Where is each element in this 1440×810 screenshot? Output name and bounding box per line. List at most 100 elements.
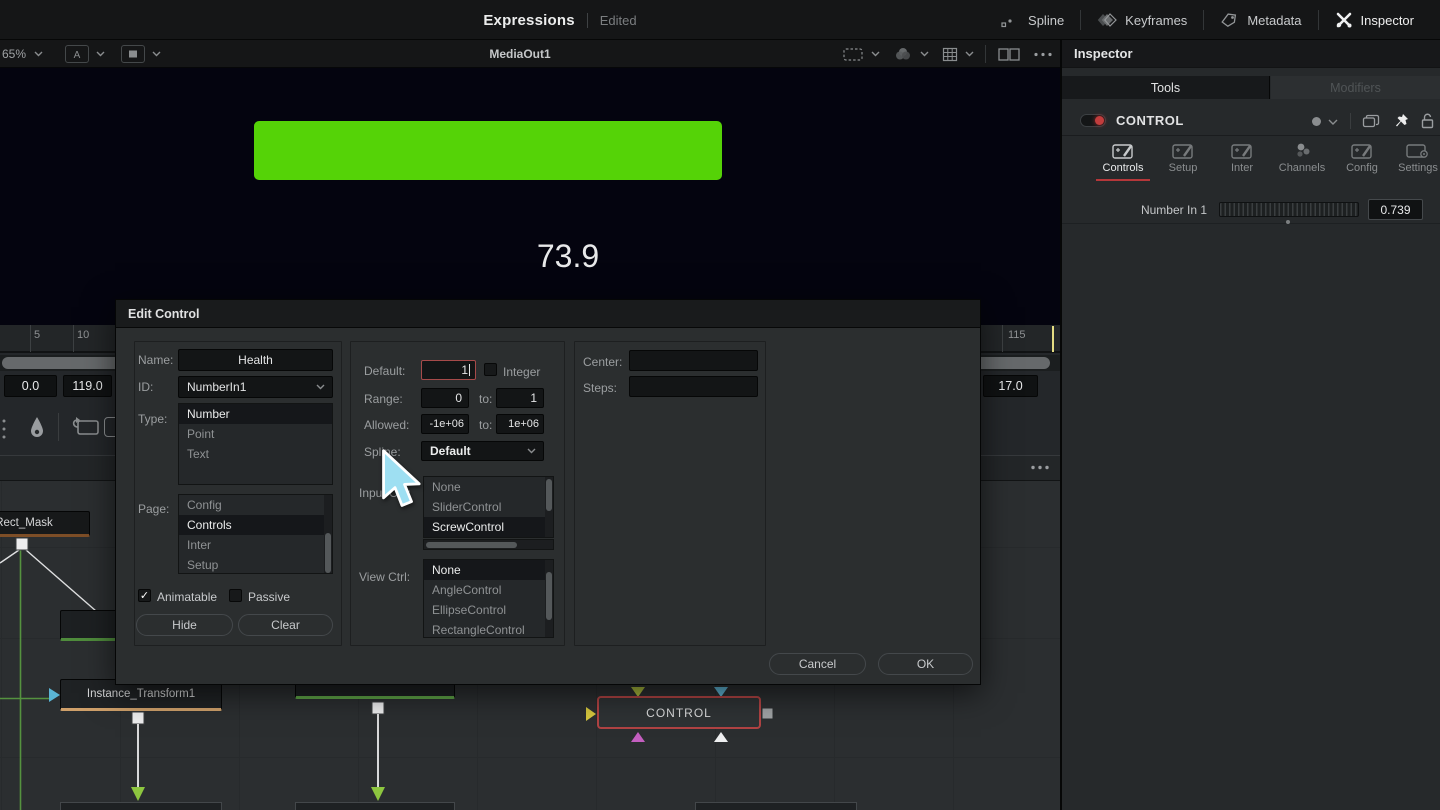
type-list[interactable]: Number Point Text [178, 403, 333, 485]
dual-viewer-icon[interactable] [997, 47, 1021, 62]
passive-checkbox[interactable] [229, 589, 242, 602]
versions-icon[interactable] [1362, 114, 1380, 128]
color-drop-icon[interactable] [28, 415, 46, 441]
ruler-label-10: 10 [77, 329, 90, 341]
roi-chevron-icon[interactable] [871, 51, 880, 57]
viewer-canvas[interactable]: 73.9 [0, 68, 1060, 325]
node-instance-transform-label: Instance_Transform1 [86, 688, 196, 700]
view-item-ellipsecontrol[interactable]: EllipseControl [424, 600, 553, 620]
number-in-1-value[interactable]: 0.739 [1368, 199, 1423, 220]
tab-tools[interactable]: Tools [1062, 76, 1270, 99]
center-field[interactable] [629, 350, 758, 371]
grid-chevron-icon[interactable] [965, 51, 974, 57]
toggle-dot [1095, 116, 1104, 125]
input-list-hscrollbar[interactable] [423, 539, 554, 550]
tab-modifiers[interactable]: Modifiers [1271, 76, 1440, 99]
composition-title: Expressions [483, 11, 575, 29]
steps-field[interactable] [629, 376, 758, 397]
inspector-header-title: Inspector [1074, 46, 1133, 61]
color-dot-icon[interactable] [1312, 117, 1321, 126]
lut-chevron-icon[interactable] [920, 51, 929, 57]
fit-mode-button[interactable] [121, 44, 146, 63]
passive-label: Passive [248, 590, 291, 604]
roi-icon[interactable] [842, 47, 864, 62]
default-label: Default: [364, 364, 406, 378]
hide-button[interactable]: Hide [136, 614, 233, 636]
clear-button[interactable]: Clear [238, 614, 333, 636]
range-start-field[interactable]: 0.0 [4, 375, 57, 397]
name-field[interactable]: Health [178, 349, 333, 371]
view-list-scrollbar[interactable] [545, 560, 553, 637]
fit-chevron-icon[interactable] [152, 51, 161, 57]
node-partial-bottom-2[interactable] [295, 802, 455, 810]
keyframes-icon [1097, 12, 1118, 28]
input-list-scrollbar[interactable] [545, 477, 553, 537]
page-list[interactable]: Config Controls Inter Setup [178, 494, 333, 574]
range-min-field[interactable]: 0 [421, 388, 469, 408]
node-partial-bottom-1[interactable] [60, 802, 222, 810]
footer-options-icon[interactable] [1028, 460, 1052, 475]
spline-dropdown[interactable]: Default [421, 441, 544, 461]
integer-checkbox[interactable] [484, 363, 497, 376]
ok-button[interactable]: OK [878, 653, 973, 675]
zoom-level[interactable]: 65% [2, 47, 26, 61]
node-partial-bottom-3[interactable] [695, 802, 857, 810]
page-item-controls[interactable]: Controls [179, 515, 332, 535]
nav-inspector[interactable]: Inspector [1319, 0, 1430, 40]
page-list-scrollbar[interactable] [324, 495, 332, 573]
type-item-text[interactable]: Text [179, 444, 332, 464]
range-max-field[interactable]: 1 [496, 388, 544, 408]
subtab-controls[interactable]: Controls [1095, 142, 1151, 181]
allowed-max-field[interactable]: 1e+06 [496, 414, 544, 434]
view-ctrl-list[interactable]: None AngleControl EllipseControl Rectang… [423, 559, 554, 638]
cancel-button[interactable]: Cancel [769, 653, 866, 675]
subtab-setup[interactable]: Setup [1155, 142, 1211, 174]
animatable-checkbox[interactable]: ✓ [138, 589, 151, 602]
default-field[interactable]: 1 [421, 360, 476, 380]
input-item-screwcontrol[interactable]: ScrewControl [424, 517, 553, 537]
input-item-slidercontrol[interactable]: SliderControl [424, 497, 553, 517]
channel-a-button[interactable]: A [65, 44, 90, 63]
page-item-inter[interactable]: Inter [179, 535, 332, 555]
allowed-min-field[interactable]: -1e+06 [421, 414, 469, 434]
channel-chevron-icon[interactable] [96, 51, 105, 57]
zoom-chevron-icon[interactable] [34, 51, 43, 57]
id-label: ID: [138, 380, 154, 394]
instance-copy-icon[interactable] [70, 415, 102, 441]
lut-icon[interactable] [893, 46, 913, 62]
type-item-number[interactable]: Number [179, 404, 332, 424]
clipped-list-icon[interactable] [0, 417, 8, 441]
node-enable-toggle[interactable] [1080, 114, 1106, 127]
view-item-anglecontrol[interactable]: AngleControl [424, 580, 553, 600]
subtab-inter[interactable]: Inter [1214, 142, 1270, 174]
range-end-field[interactable]: 119.0 [63, 375, 112, 397]
input-ctrl-list[interactable]: None SliderControl ScrewControl [423, 476, 554, 538]
viewer-options-icon[interactable] [1032, 47, 1054, 62]
current-frame-field[interactable]: 17.0 [983, 375, 1038, 397]
page-item-config[interactable]: Config [179, 495, 332, 515]
nav-metadata[interactable]: Metadata [1204, 0, 1317, 40]
type-item-point[interactable]: Point [179, 424, 332, 444]
lock-icon[interactable] [1420, 113, 1435, 129]
page-item-setup[interactable]: Setup [179, 555, 332, 573]
nav-keyframes[interactable]: Keyframes [1081, 0, 1203, 40]
grid-icon[interactable] [942, 47, 958, 62]
pin-icon[interactable] [1394, 113, 1409, 129]
viewer-node-title: MediaOut1 [489, 46, 551, 61]
playhead[interactable] [1052, 326, 1054, 352]
composition-title-group: Expressions Edited [400, 0, 720, 40]
view-item-rectanglecontrol[interactable]: RectangleControl [424, 620, 553, 637]
subtab-config[interactable]: Config [1334, 142, 1390, 174]
node-control-label: CONTROL [646, 705, 712, 720]
subtab-settings[interactable]: Settings [1394, 142, 1440, 174]
view-item-none[interactable]: None [424, 560, 553, 580]
dialog-titlebar[interactable]: Edit Control [116, 300, 980, 328]
node-chevron-icon[interactable] [1328, 119, 1338, 125]
nav-spline[interactable]: Spline [985, 0, 1080, 40]
subtab-channels[interactable]: Channels [1273, 142, 1331, 174]
node-rect-mask[interactable]: Rect_Mask [0, 511, 90, 537]
node-control[interactable]: CONTROL [597, 696, 761, 729]
id-dropdown[interactable]: NumberIn1 [178, 376, 333, 398]
number-in-1-thumbwheel[interactable] [1219, 202, 1359, 217]
input-item-none[interactable]: None [424, 477, 553, 497]
